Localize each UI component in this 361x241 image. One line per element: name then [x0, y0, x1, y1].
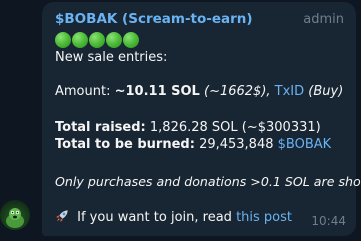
burn-label: Total to be burned: [55, 137, 195, 152]
sender-avatar[interactable] [0, 200, 30, 230]
rocket-icon [56, 210, 68, 222]
chat-background: $BOBAK (Scream-to-earn) admin New sale e… [0, 0, 361, 241]
txid-note: (Buy) [308, 84, 344, 99]
notice-text: Only purchases and donations >0.1 SOL ar… [55, 174, 361, 189]
burn-line: Total to be burned: 29,453,848 $BOBAK [55, 137, 331, 152]
amount-label: Amount: [55, 84, 111, 99]
raised-label: Total raised: [55, 120, 146, 135]
green-circle-icon [55, 32, 71, 48]
burn-ticker-link[interactable]: $BOBAK [278, 137, 332, 152]
message-bubble: $BOBAK (Scream-to-earn) admin New sale e… [42, 2, 361, 236]
burn-value: 29,453,848 [199, 137, 274, 152]
message-time: 10:44 [311, 214, 346, 228]
green-circle-icon [106, 32, 122, 48]
raised-line: Total raised: 1,826.28 SOL (~$300331) [55, 120, 321, 135]
green-circle-icon [72, 32, 88, 48]
green-circle-icon [123, 32, 139, 48]
join-link[interactable]: this post [236, 210, 292, 225]
amount-value: ~10.11 SOL [114, 84, 200, 99]
admin-badge: admin [303, 12, 344, 27]
join-line: If you want to join, read this post [55, 209, 292, 225]
sender-name[interactable]: $BOBAK (Scream-to-earn) [55, 11, 253, 27]
intro-text: New sale entries: [55, 50, 168, 65]
amount-line: Amount: ~10.11 SOL (~1662$), TxID (Buy) [55, 84, 343, 99]
amount-usd: (~1662$), [204, 84, 271, 99]
green-circle-icon [89, 32, 105, 48]
raised-value: 1,826.28 SOL (~$300331) [149, 120, 321, 135]
txid-link[interactable]: TxID [275, 84, 304, 99]
green-circles-row [55, 32, 139, 48]
join-text: If you want to join, read [77, 210, 232, 225]
